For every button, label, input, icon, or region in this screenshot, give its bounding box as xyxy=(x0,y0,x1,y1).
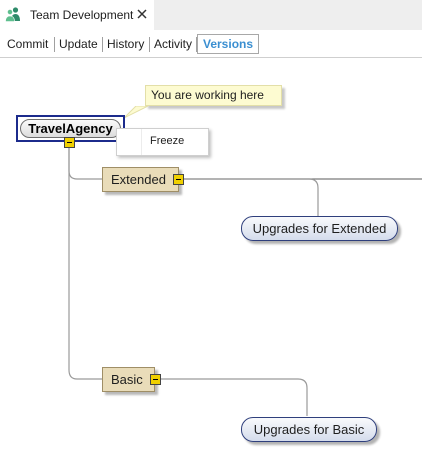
collapse-toggle-icon[interactable] xyxy=(173,174,184,185)
toolbar-separator xyxy=(102,37,103,52)
toolbar: Commit Update History Activity Versions xyxy=(0,30,422,58)
root-version-label: TravelAgency xyxy=(20,119,121,138)
activity-button[interactable]: Activity xyxy=(154,34,192,54)
collapse-toggle-icon[interactable] xyxy=(64,137,75,148)
collapse-toggle-icon[interactable] xyxy=(150,374,161,385)
toolbar-separator xyxy=(149,37,150,52)
close-icon[interactable] xyxy=(135,7,149,21)
context-menu: Freeze xyxy=(116,128,209,156)
upgrades-basic-node[interactable]: Upgrades for Basic xyxy=(241,417,377,442)
version-node-extended[interactable]: Extended xyxy=(102,167,179,192)
upgrades-extended-node[interactable]: Upgrades for Extended xyxy=(241,216,398,241)
freeze-menu-item[interactable]: Freeze xyxy=(150,135,184,147)
commit-button[interactable]: Commit xyxy=(7,34,48,54)
toolbar-separator xyxy=(54,37,55,52)
tab-title: Team Development xyxy=(30,8,134,22)
update-button[interactable]: Update xyxy=(59,34,98,54)
working-here-tooltip: You are working here xyxy=(145,85,282,106)
version-node-basic[interactable]: Basic xyxy=(102,367,155,392)
document-tab[interactable]: Team Development xyxy=(0,0,154,30)
tab-versions[interactable]: Versions xyxy=(197,34,260,54)
menu-icon-gutter xyxy=(117,129,142,155)
versions-diagram-canvas[interactable]: You are working here TravelAgency Freeze… xyxy=(0,58,422,459)
team-users-icon xyxy=(5,6,21,22)
tooltip-pointer xyxy=(123,106,149,119)
title-bar: Team Development xyxy=(0,0,422,30)
history-button[interactable]: History xyxy=(107,34,144,54)
